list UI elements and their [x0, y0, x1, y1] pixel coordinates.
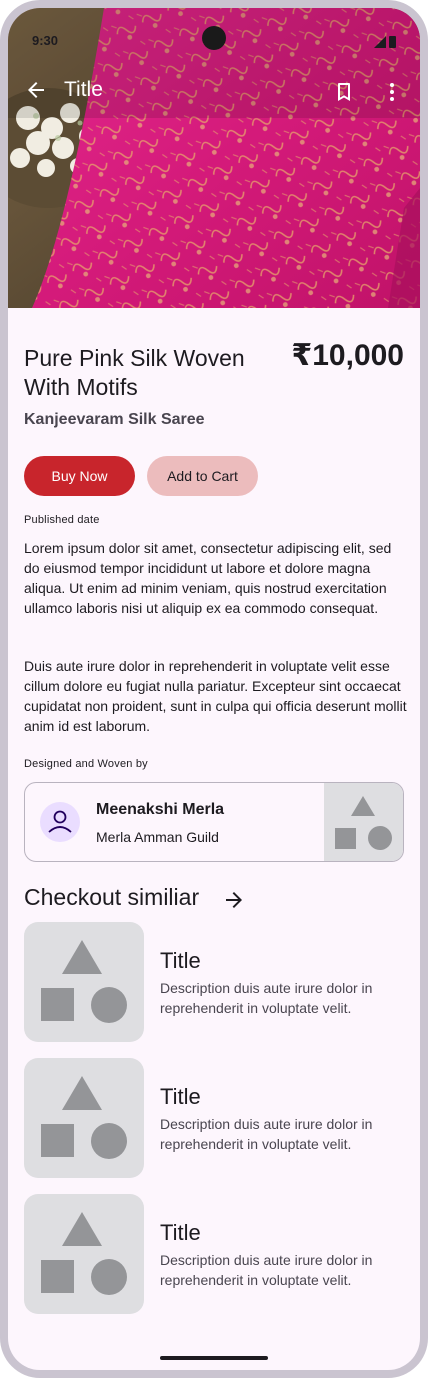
battery-icon	[389, 36, 396, 48]
list-item[interactable]: Title Description duis aute irure dolor …	[24, 922, 404, 1042]
camera-cutout	[202, 26, 226, 50]
product-price: ₹10,000	[291, 339, 404, 372]
product-name: Pure Pink Silk Woven With Motifs	[24, 345, 245, 400]
signal-icon	[374, 36, 386, 48]
designer-label: Designed and Woven by	[24, 758, 148, 770]
list-item[interactable]: Title Description duis aute irure dolor …	[24, 1194, 404, 1314]
device-frame: 9:30 Title Pure Pink Silk Woven With Mot…	[0, 0, 428, 1378]
published-date-label: Published date	[24, 514, 100, 526]
arrow-forward-icon[interactable]	[222, 888, 246, 912]
home-indicator[interactable]	[160, 1356, 268, 1360]
status-icons	[374, 34, 398, 53]
shapes-placeholder-icon	[24, 1058, 144, 1178]
add-to-cart-button[interactable]: Add to Cart	[147, 456, 258, 496]
shapes-placeholder-icon	[24, 922, 144, 1042]
shapes-placeholder-icon	[324, 783, 403, 861]
buy-now-button[interactable]: Buy Now	[24, 456, 135, 496]
more-vert-icon[interactable]	[380, 80, 404, 104]
designer-name: Meenakshi Merla	[96, 801, 225, 818]
description-paragraph-1: Lorem ipsum dolor sit amet, consectetur …	[24, 540, 392, 616]
description-paragraph-2: Duis aute irure dolor in reprehenderit i…	[24, 658, 407, 734]
shapes-placeholder-icon	[24, 1194, 144, 1314]
checkout-similar-heading[interactable]: Checkout similiar	[24, 884, 199, 911]
status-bar: 9:30	[8, 8, 420, 52]
designer-card[interactable]: Meenakshi Merla Merla Amman Guild	[24, 782, 404, 862]
list-item-title: Title	[160, 1220, 201, 1245]
designer-guild: Merla Amman Guild	[96, 829, 219, 845]
person-icon	[40, 802, 80, 842]
list-item-title: Title	[160, 1084, 201, 1109]
arrow-back-icon[interactable]	[24, 78, 48, 102]
list-item-title: Title	[160, 948, 201, 973]
product-subtitle: Kanjeevaram Silk Saree	[24, 411, 205, 428]
hero-image	[8, 8, 420, 308]
list-item-description: Description duis aute irure dolor in rep…	[160, 980, 373, 1016]
bookmark-icon[interactable]	[332, 80, 356, 104]
list-item[interactable]: Title Description duis aute irure dolor …	[24, 1058, 404, 1178]
list-item-description: Description duis aute irure dolor in rep…	[160, 1252, 373, 1288]
top-app-bar: Title	[8, 72, 420, 112]
status-time: 9:30	[32, 33, 59, 48]
app-bar-title: Title	[64, 78, 103, 101]
list-item-description: Description duis aute irure dolor in rep…	[160, 1116, 373, 1152]
screen: 9:30 Title Pure Pink Silk Woven With Mot…	[8, 8, 420, 1370]
